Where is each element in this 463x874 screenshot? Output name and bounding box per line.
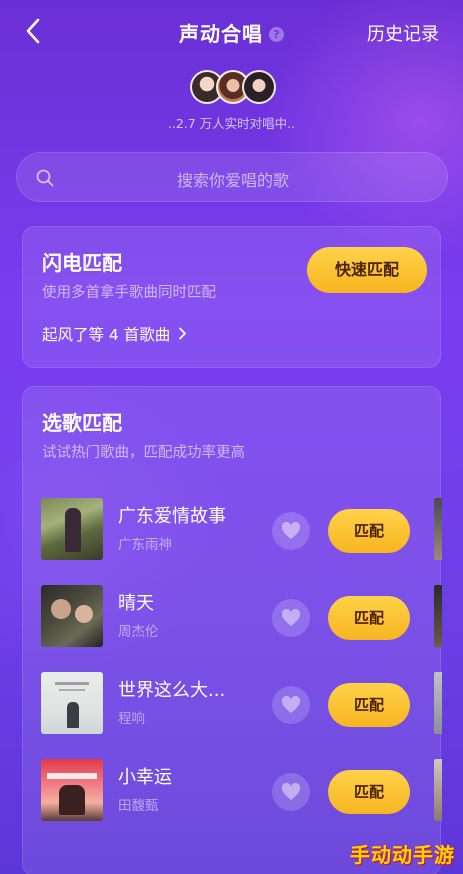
song-row[interactable]: 世界这么大... 程响 匹配 [23, 672, 442, 742]
album-cover [41, 498, 103, 560]
album-cover [41, 585, 103, 647]
next-cover-edge [434, 759, 442, 821]
favorite-button[interactable] [272, 512, 310, 550]
help-icon[interactable]: ? [269, 27, 284, 42]
song-title: 小幸运 [118, 767, 172, 788]
song-title: 世界这么大... [118, 680, 226, 701]
chevron-right-icon [179, 327, 187, 340]
song-list-link[interactable]: 起风了等 4 首歌曲 [42, 323, 187, 345]
song-match-card: 选歌匹配 试试热门歌曲，匹配成功率更高 广东爱情故事 广东雨神 匹配 晴天 周杰… [22, 386, 442, 874]
lightning-match-card: 闪电匹配 使用多首拿手歌曲同时匹配 快速匹配 起风了等 4 首歌曲 [22, 226, 441, 368]
next-cover-edge [434, 672, 442, 734]
song-artist: 广东雨神 [118, 537, 172, 553]
match-button[interactable]: 匹配 [328, 770, 410, 814]
song-match-title: 选歌匹配 [42, 411, 122, 435]
song-artist: 程响 [118, 711, 145, 727]
search-placeholder: 搜索你爱唱的歌 [176, 171, 289, 190]
online-count-text: ..2.7 万人实时对唱中.. [167, 116, 296, 131]
song-row[interactable]: 广东爱情故事 广东雨神 匹配 [23, 498, 442, 568]
top-bar: 声动合唱? 历史记录 [0, 0, 463, 66]
search-bar[interactable]: 搜索你爱唱的歌 [16, 152, 448, 202]
next-cover-edge [434, 585, 442, 647]
match-button[interactable]: 匹配 [328, 683, 410, 727]
lightning-match-subtitle: 使用多首拿手歌曲同时匹配 [42, 285, 216, 301]
song-artist: 周杰伦 [118, 624, 159, 640]
online-avatars [190, 70, 280, 104]
heart-icon [281, 609, 301, 626]
watermark: 手动动手游 [350, 843, 455, 867]
song-title: 晴天 [118, 593, 154, 614]
favorite-button[interactable] [272, 599, 310, 637]
song-row[interactable]: 晴天 周杰伦 匹配 [23, 585, 442, 655]
favorite-button[interactable] [272, 686, 310, 724]
match-button[interactable]: 匹配 [328, 509, 410, 553]
song-list-link-text: 起风了等 4 首歌曲 [42, 326, 171, 344]
song-row[interactable]: 小幸运 田馥甄 匹配 [23, 759, 442, 829]
favorite-button[interactable] [272, 773, 310, 811]
song-artist: 田馥甄 [118, 798, 159, 814]
history-button[interactable]: 历史记录 [367, 20, 439, 46]
avatar [242, 70, 276, 104]
song-title: 广东爱情故事 [118, 506, 226, 527]
song-match-subtitle: 试试热门歌曲，匹配成功率更高 [42, 445, 245, 461]
next-cover-edge [434, 498, 442, 560]
lightning-match-title: 闪电匹配 [42, 251, 122, 275]
album-cover [41, 759, 103, 821]
quick-match-button[interactable]: 快速匹配 [307, 247, 427, 293]
heart-icon [281, 522, 301, 539]
heart-icon [281, 783, 301, 800]
match-button[interactable]: 匹配 [328, 596, 410, 640]
page-title: 声动合唱 [179, 22, 263, 46]
album-cover [41, 672, 103, 734]
heart-icon [281, 696, 301, 713]
